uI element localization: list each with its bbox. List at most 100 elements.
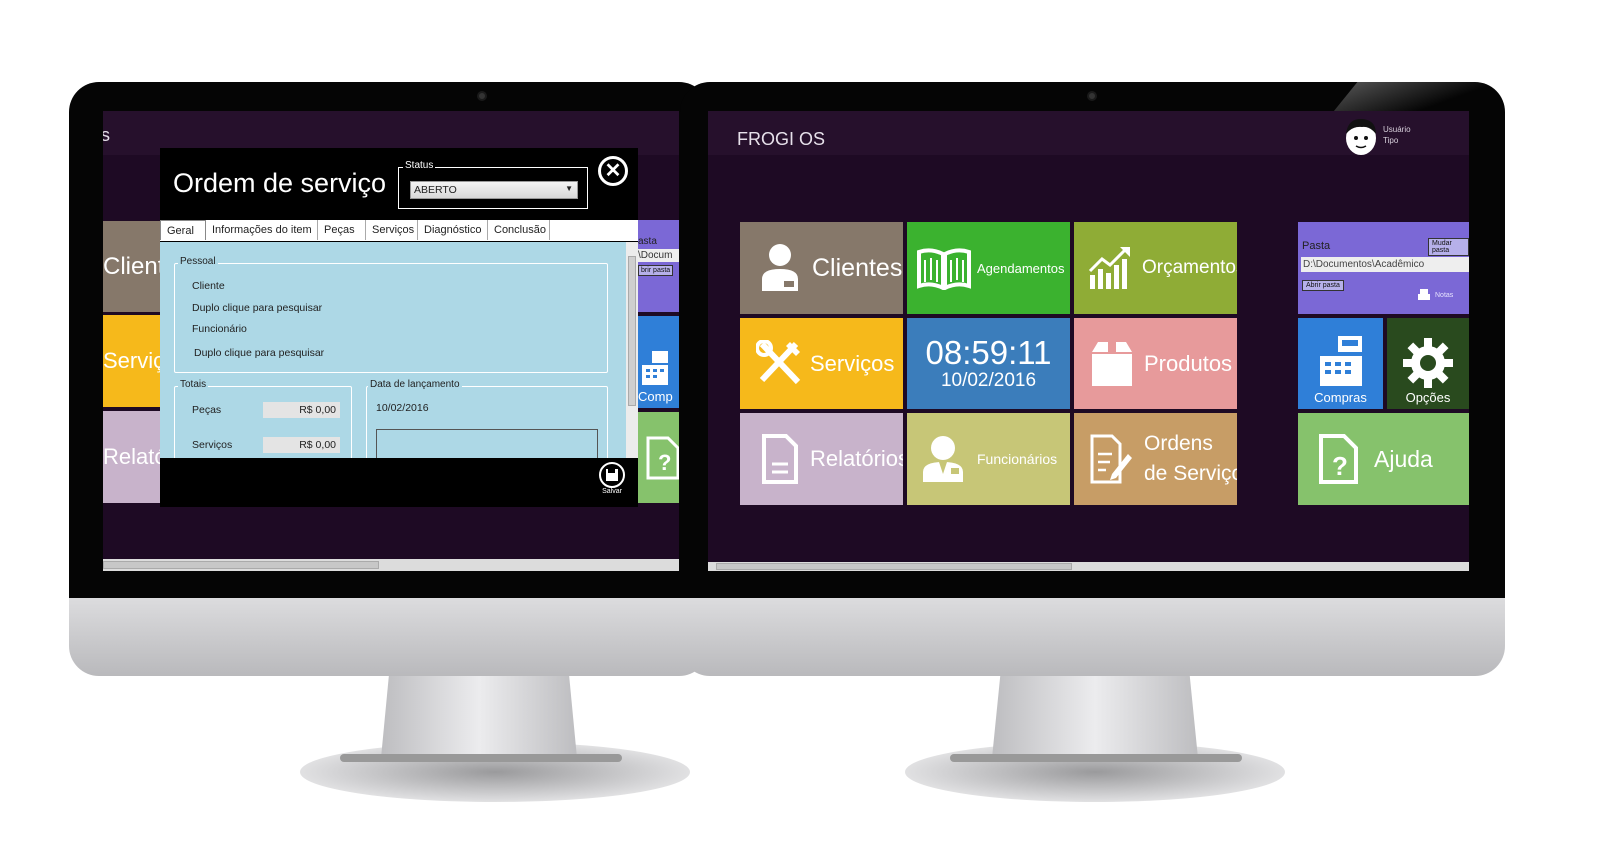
- tile-compras[interactable]: Compras: [1298, 318, 1383, 409]
- ordem-servico-dialog: Ordem de serviço Status ABERTO ▼ ✕ Geral…: [160, 148, 638, 507]
- tile-servicos-label: Serviços: [810, 350, 895, 376]
- cliente-search-field[interactable]: Duplo clique para pesquisar: [192, 302, 322, 314]
- bg-tile-compras[interactable]: Comp: [638, 316, 679, 408]
- right-topbar: FROGI OS Usuário Tipo: [708, 111, 1469, 155]
- tile-agendamentos-label: Agendamentos: [977, 260, 1065, 276]
- tile-clock: 08:59:11 10/02/2016: [907, 318, 1070, 409]
- tab-geral[interactable]: Geral: [160, 220, 206, 240]
- right-monitor-chin: [680, 598, 1505, 676]
- clock-date: 10/02/2016: [940, 369, 1037, 391]
- dialog-title: Ordem de serviço: [173, 168, 387, 198]
- status-select[interactable]: ABERTO ▼: [410, 181, 578, 199]
- svg-text:?: ?: [1332, 451, 1348, 481]
- status-select-value: ABERTO: [414, 184, 457, 196]
- tile-ajuda-label: Ajuda: [1374, 445, 1433, 472]
- tile-funcionarios-label: Funcionários: [977, 451, 1058, 467]
- dialog-tabs: Geral Informações do item Peças Serviços…: [160, 220, 638, 241]
- gear-icon: [1403, 338, 1453, 388]
- help-document-icon: ?: [1319, 434, 1358, 484]
- data-legend: Data de lançamento: [368, 379, 462, 390]
- tile-ordens-servico[interactable]: Ordens de Serviço: [1074, 413, 1237, 505]
- clock-time: 08:59:11: [925, 333, 1052, 371]
- tile-opcoes-label: Opções: [1405, 390, 1451, 405]
- left-h-scrollbar[interactable]: [103, 559, 679, 571]
- tile-relatorios-label: Relatórios: [810, 446, 903, 471]
- tile-pasta: Pasta Mudar pasta D:\Documentos\Acadêmic…: [1298, 222, 1469, 314]
- tab-diagnostico[interactable]: Diagnóstico: [418, 220, 488, 240]
- bg-tile-relatorios[interactable]: Relatór: [103, 411, 160, 503]
- cash-register-icon: [1319, 336, 1362, 386]
- close-button[interactable]: ✕: [598, 156, 628, 186]
- dialog-v-scrollbar[interactable]: [626, 242, 638, 458]
- bg-tile-ajuda[interactable]: ?: [638, 412, 679, 503]
- abrir-pasta-button[interactable]: Abrir pasta: [1302, 280, 1344, 291]
- tab-conclusao[interactable]: Conclusão: [488, 220, 550, 240]
- save-label: Salvar: [602, 488, 622, 495]
- tile-produtos[interactable]: Produtos: [1074, 318, 1237, 409]
- bg-pasta-path: \Docum: [638, 249, 679, 262]
- funcionario-search-field[interactable]: Duplo clique para pesquisar: [194, 347, 324, 359]
- tab-servicos[interactable]: Serviços: [366, 220, 418, 240]
- notas-label: Notas: [1435, 291, 1454, 299]
- left-camera: [477, 91, 487, 101]
- close-icon: ✕: [604, 160, 622, 182]
- tile-clientes[interactable]: Clientes: [740, 222, 903, 314]
- bg-abrir-pasta-button[interactable]: brir pasta: [638, 265, 674, 276]
- bg-tile-servicos-label: Serviço: [103, 348, 160, 373]
- document-icon: [762, 434, 798, 484]
- avatar[interactable]: [1342, 116, 1382, 156]
- notas-button[interactable]: Notas: [1417, 285, 1467, 305]
- tile-clientes-label: Clientes: [812, 253, 903, 282]
- bg-tile-clientes[interactable]: Client: [103, 221, 160, 312]
- user-name: Usuário: [1383, 125, 1411, 134]
- bg-tile-pasta: asta \Docum brir pasta: [638, 220, 679, 312]
- date-notes-box[interactable]: [376, 429, 598, 458]
- tile-ajuda[interactable]: ? Ajuda: [1298, 413, 1469, 505]
- save-button[interactable]: Salvar: [596, 462, 628, 502]
- dialog-v-scroll-thumb[interactable]: [628, 256, 636, 406]
- right-monitor-stand: [992, 676, 1198, 758]
- servicos-label: Serviços: [192, 439, 233, 451]
- tile-agendamentos[interactable]: Agendamentos: [907, 222, 1070, 314]
- servicos-total: R$ 0,00: [263, 437, 340, 453]
- tools-icon: [756, 339, 801, 384]
- pecas-label: Peças: [192, 404, 222, 416]
- tile-funcionarios[interactable]: Funcionários: [907, 413, 1070, 505]
- pasta-path-field[interactable]: D:\Documentos\Acadêmico: [1301, 257, 1469, 272]
- tile-servicos[interactable]: Serviços: [740, 318, 903, 409]
- growth-chart-icon: [1088, 247, 1130, 289]
- svg-text:?: ?: [658, 450, 671, 475]
- save-disk-icon: [599, 462, 625, 488]
- register-icon: [642, 351, 668, 385]
- right-h-scroll-thumb[interactable]: [716, 563, 1072, 570]
- right-screen: FROGI OS Usuário Tipo Clientes Agendamen…: [708, 111, 1469, 571]
- tile-ordens-line1: Ordens: [1144, 432, 1213, 455]
- tile-relatorios[interactable]: Relatórios: [740, 413, 903, 505]
- mudar-pasta-button[interactable]: Mudar pasta: [1428, 238, 1469, 256]
- data-lancamento-value: 10/02/2016: [376, 402, 429, 414]
- tile-orcamentos-label: Orçamentos: [1142, 257, 1237, 278]
- tab-pecas[interactable]: Peças: [318, 220, 366, 240]
- tile-opcoes[interactable]: Opções: [1387, 318, 1469, 409]
- tab-informacoes-item[interactable]: Informações do item: [206, 220, 318, 240]
- cliente-label: Cliente: [192, 280, 225, 292]
- edit-document-icon: [1090, 434, 1132, 484]
- printer-icon: [1418, 289, 1430, 300]
- tile-orcamentos[interactable]: Orçamentos: [1074, 222, 1237, 314]
- right-h-scrollbar[interactable]: [708, 562, 1469, 571]
- funcionario-label: Funcionário: [192, 323, 247, 335]
- left-monitor-chin: [69, 598, 709, 676]
- employee-icon: [923, 436, 963, 482]
- status-group: Status ABERTO ▼: [398, 160, 588, 209]
- left-screen: s Client Serviço Relatór asta \Docum bri…: [103, 111, 679, 571]
- left-h-scroll-thumb[interactable]: [103, 561, 379, 569]
- pessoal-legend: Pessoal: [178, 256, 218, 267]
- right-monitor-base: [950, 754, 1242, 762]
- left-monitor-stand: [381, 676, 577, 758]
- tile-produtos-label: Produtos: [1144, 350, 1233, 376]
- open-book-icon: [917, 248, 971, 290]
- bg-tile-clientes-label: Client: [103, 252, 160, 280]
- person-icon: [762, 244, 798, 291]
- bg-tile-servicos[interactable]: Serviço: [103, 315, 160, 407]
- tile-compras-label: Compras: [1314, 390, 1367, 405]
